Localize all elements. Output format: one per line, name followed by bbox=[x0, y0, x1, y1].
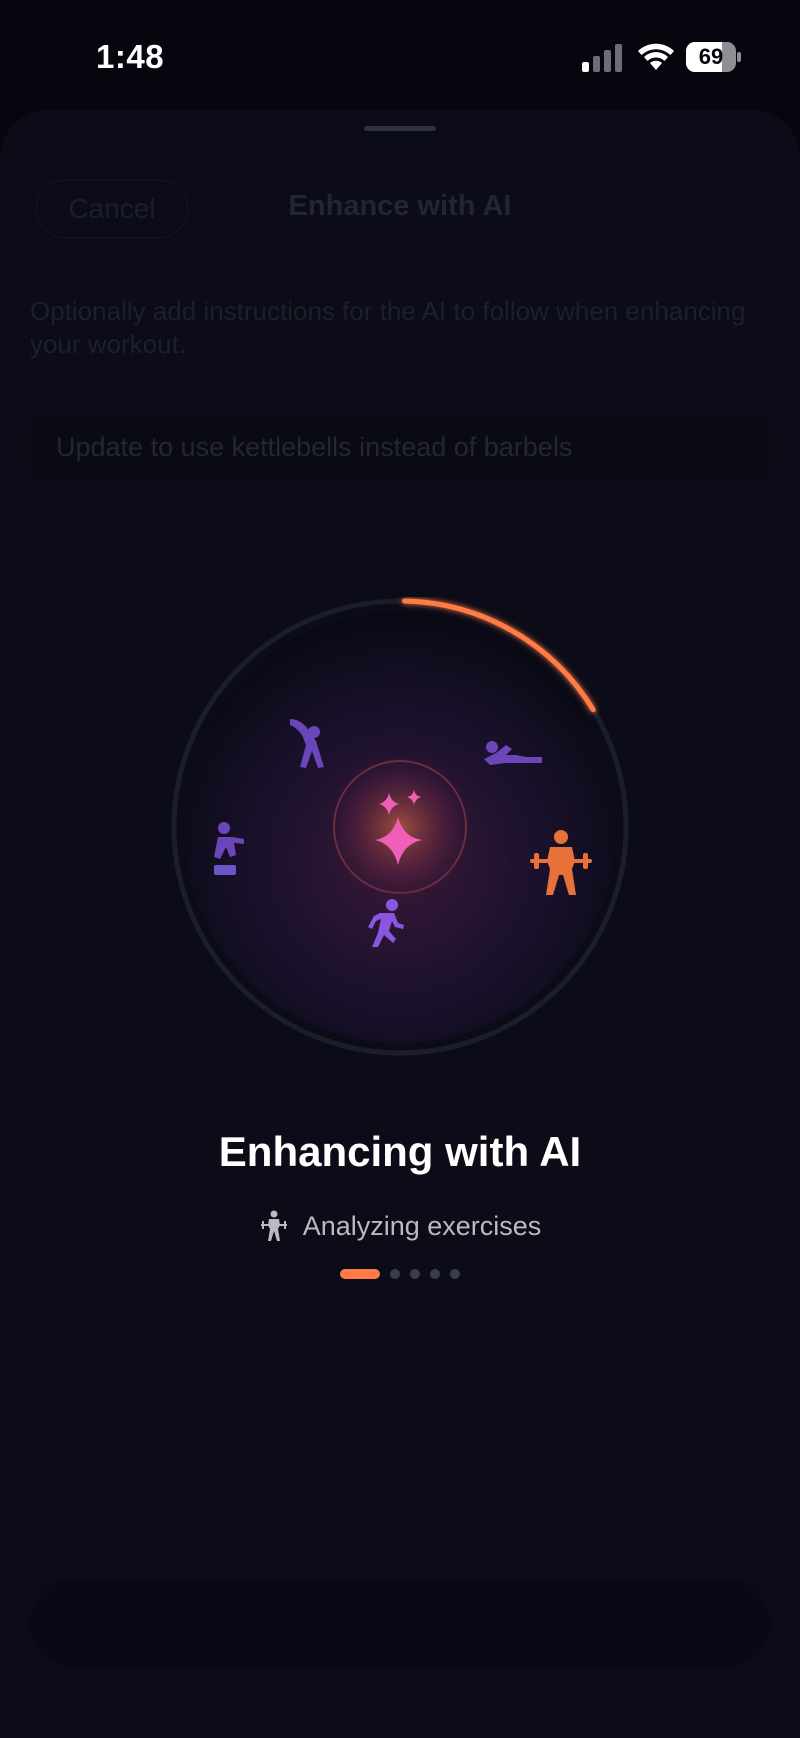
step-dot bbox=[390, 1269, 400, 1279]
sheet-title: Enhance with AI bbox=[288, 190, 512, 222]
step-dot-active bbox=[340, 1269, 380, 1279]
sheet-header: Cancel Enhance with AI bbox=[0, 180, 800, 240]
lift-icon bbox=[260, 1210, 287, 1241]
status-time: 1:48 bbox=[96, 38, 165, 75]
loading-title: Enhancing with AI bbox=[218, 1128, 582, 1175]
floor-exercise-icon bbox=[484, 741, 542, 765]
enhance-button[interactable] bbox=[30, 1578, 770, 1668]
weightlifting-icon bbox=[530, 830, 592, 895]
sheet-description: Optionally add instructions for the AI t… bbox=[30, 296, 746, 359]
step-up-icon bbox=[214, 822, 244, 875]
loading-status-text: Analyzing exercises bbox=[302, 1210, 542, 1241]
step-indicator bbox=[0, 1268, 800, 1280]
screen: 1:48 69 Cancel Enhance with AI Optionall… bbox=[0, 0, 800, 1738]
wifi-icon bbox=[638, 43, 674, 70]
status-bar: 1:48 69 bbox=[0, 0, 800, 118]
step-dot bbox=[410, 1269, 420, 1279]
sheet-grabber[interactable] bbox=[364, 126, 436, 131]
loading-status: Analyzing exercises bbox=[0, 1208, 800, 1244]
step-dot bbox=[450, 1269, 460, 1279]
running-icon bbox=[368, 899, 404, 947]
cellular-signal-icon bbox=[582, 44, 622, 72]
instructions-input[interactable]: Update to use kettlebells instead of bar… bbox=[30, 416, 770, 478]
stretching-icon bbox=[290, 719, 324, 768]
loading-ring bbox=[170, 597, 630, 1057]
battery-level: 69 bbox=[698, 44, 724, 69]
battery-indicator: 69 bbox=[686, 42, 742, 72]
step-dot bbox=[430, 1269, 440, 1279]
